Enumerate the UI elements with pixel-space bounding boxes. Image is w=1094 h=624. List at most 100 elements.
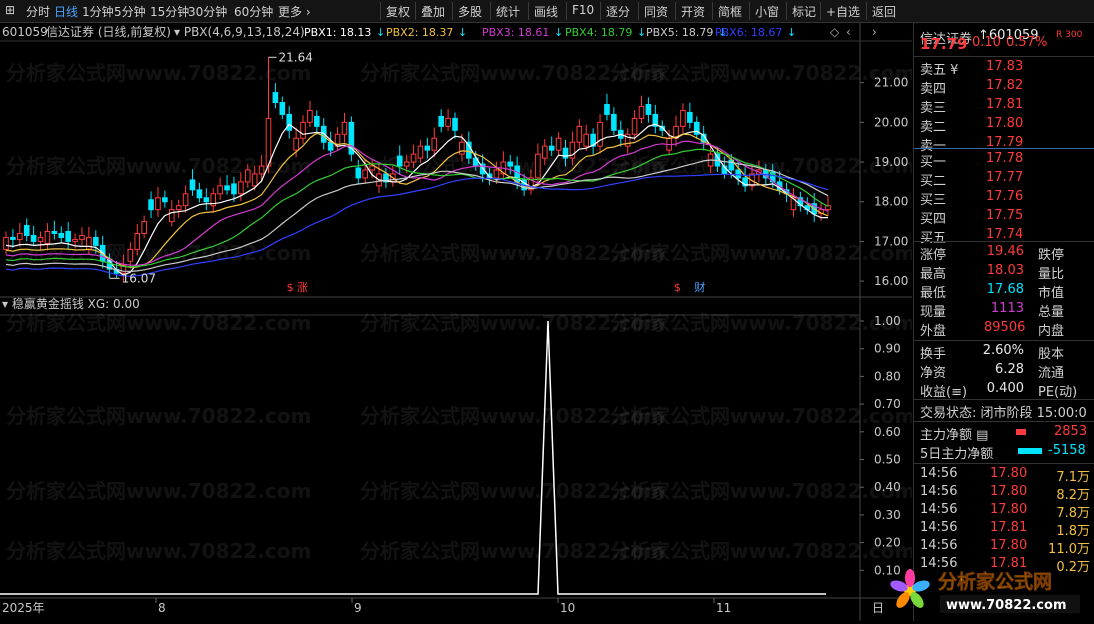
candle-body (10, 236, 16, 240)
price-tick-5: 16.00 (874, 274, 908, 288)
toolbar-separator (415, 2, 416, 20)
toolbar-tab-4[interactable]: 15分钟 (150, 3, 189, 20)
logo-title: 分析家公式网 (938, 570, 1052, 593)
candle-body (72, 238, 78, 242)
toolbar-button-5[interactable]: F10 (572, 3, 594, 17)
stat2-val-0: 2.60% (982, 343, 1024, 358)
sub-tick-0: 1.00 (874, 314, 901, 328)
stat-key2-4: 内盘 (1038, 324, 1065, 339)
sub-tick-2: 0.80 (874, 369, 901, 383)
candle-body (251, 173, 258, 187)
tick-vol-1: 8.2万 (1056, 488, 1090, 503)
prev-icon: ‹ (846, 25, 851, 39)
event-marker-2: $ (674, 281, 681, 294)
pbx-label-2: PBX2: 18.37 (386, 26, 453, 39)
event-marker-3: 财 (694, 280, 705, 294)
candle-body (307, 109, 313, 123)
sub-tick-5: 0.50 (874, 453, 901, 467)
toolbar-separator (749, 2, 750, 20)
candle-body (286, 113, 293, 131)
toolbar-button-11[interactable]: 标记 (792, 3, 816, 20)
toolbar-button-10[interactable]: 小窗 (755, 3, 779, 20)
toolbar-button-3[interactable]: 统计 (496, 3, 520, 20)
main-net5-value: -5158 (1048, 443, 1086, 458)
candle-body (507, 161, 514, 167)
top-toolbar: 分时 日线 1分钟 5分钟 15分钟 30分钟 60分钟 更多 › ⊞ 复权 叠加 多股 统计 画线 F10… (0, 0, 1094, 23)
main-net-label: 主力净额 ▤ (920, 428, 989, 443)
toolbar-tab-2[interactable]: 1分钟 (82, 3, 114, 20)
watermark: 分析家公式网www.70822.com (6, 479, 311, 503)
toolbar-separator (566, 2, 567, 20)
toolbar-button-4[interactable]: 画线 (534, 3, 558, 20)
sub-indicator-title: ▾ 稳赢黄金摇钱 XG: 0.00 (2, 296, 140, 311)
divider (914, 148, 1094, 149)
kline-chart[interactable]: 601059信达证券 (日线,前复权) ▾ PBX(4,6,9,13,18,24)… (0, 23, 915, 621)
toolbar-tab-0[interactable]: 分时 (26, 3, 50, 20)
low-label: 16.07 (122, 271, 156, 285)
candle-body (231, 183, 237, 195)
candle-body (44, 230, 51, 244)
toolbar-tab-3[interactable]: 5分钟 (114, 3, 146, 20)
down-arrow-icon: ↓ (376, 26, 385, 39)
candle-body (424, 145, 431, 151)
tick-price-0: 17.80 (990, 466, 1028, 481)
toolbar-separator (452, 2, 453, 20)
candle-body (403, 161, 410, 167)
toolbar-tab-6[interactable]: 60分钟 (234, 3, 273, 20)
stat2-key2-2: PE(动) (1038, 385, 1078, 400)
chart-area[interactable]: 601059 信达证券 (日线,前复权) ▾ PBX(4,6,9,13,18,24)… (0, 23, 915, 621)
toolbar-button-13[interactable]: 返回 (872, 3, 896, 20)
x-axis-label-1: 8 (158, 601, 166, 615)
toolbar-tab-5[interactable]: 30分钟 (188, 3, 227, 20)
stat-key2-2: 市值 (1038, 286, 1065, 301)
toolbar-button-9[interactable]: 简框 (718, 3, 742, 20)
stat-key-0: 涨停 (920, 248, 947, 263)
pbx-label-6: PBX6: 18.67 (715, 26, 782, 39)
toolbar-button-7[interactable]: 同资 (644, 3, 668, 20)
toolbar-separator (712, 2, 713, 20)
toolbar-button-6[interactable]: 逐分 (606, 3, 630, 20)
tick-price-2: 17.80 (990, 502, 1028, 517)
grid-icon[interactable]: ⊞ (5, 3, 15, 17)
ask-price-0: 17.83 (986, 59, 1024, 74)
candle-body (583, 133, 590, 147)
event-marker-0: $ (287, 281, 294, 294)
candle-body (224, 185, 230, 191)
stat2-val-1: 6.28 (995, 362, 1024, 377)
toolbar-button-1[interactable]: 叠加 (421, 3, 445, 20)
toolbar-separator (380, 2, 381, 20)
bid-label-0: 买一 (920, 155, 947, 170)
pbx-label-4: PBX4: 18.79 (565, 26, 632, 39)
bid-price-3: 17.75 (986, 208, 1024, 223)
watermark: 分析家公式网www.70822.com (610, 479, 912, 503)
stat2-key-2: 收益(≡) (920, 385, 968, 400)
x-axis-label-3: 10 (560, 601, 575, 615)
toolbar-separator (638, 2, 639, 20)
toolbar-button-12[interactable]: +自选 (826, 3, 860, 20)
ask-label-3: 卖二 (920, 120, 947, 135)
sub-tick-4: 0.60 (874, 425, 901, 439)
candle-body (431, 137, 438, 151)
candle-body (355, 167, 362, 179)
watermark: 分析家公式网www.70822.com (610, 311, 912, 335)
side-price: 17.79 (920, 35, 968, 53)
toolbar-separator (820, 2, 821, 20)
toolbar-button-2[interactable]: 多股 (458, 3, 482, 20)
toolbar-button-8[interactable]: 开资 (681, 3, 705, 20)
toolbar-button-0[interactable]: 复权 (386, 3, 410, 20)
bid-label-1: 买二 (920, 174, 947, 189)
stat-key-4: 外盘 (920, 324, 947, 339)
tick-vol-2: 7.8万 (1056, 506, 1090, 521)
tick-time-4: 14:56 (920, 538, 958, 553)
watermark: 分析家公式网www.70822.com (610, 539, 912, 563)
stat-val-3: 1113 (990, 301, 1024, 316)
tick-vol-3: 1.8万 (1056, 524, 1090, 539)
toolbar-tab-7[interactable]: 更多 › (278, 3, 311, 20)
toolbar-separator (786, 2, 787, 20)
bid-price-1: 17.77 (986, 170, 1024, 185)
main-net5-bar (1018, 448, 1042, 454)
candle-body (341, 121, 348, 135)
candle-body (541, 145, 548, 159)
watermark: 分析家公式网www.70822.com (6, 539, 311, 563)
toolbar-tab-1[interactable]: 日线 (54, 3, 78, 20)
